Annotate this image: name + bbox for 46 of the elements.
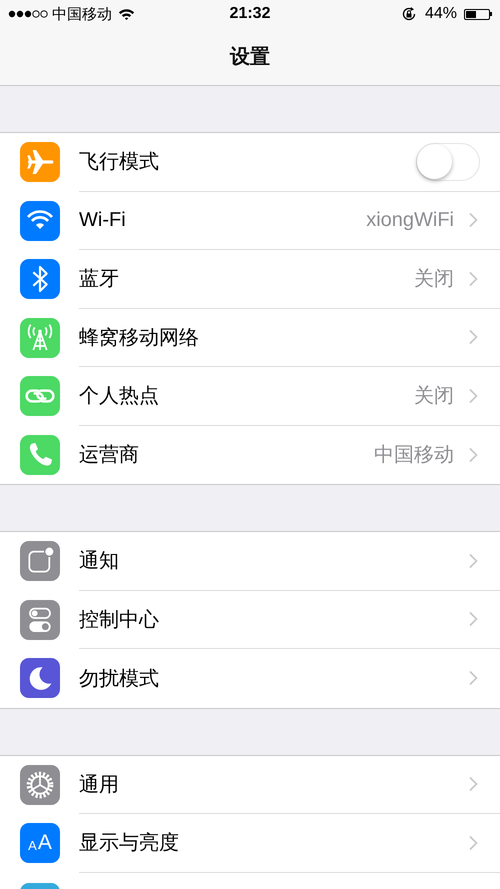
chevron-icon: [468, 834, 478, 851]
settings-row[interactable]: 蓝牙 关闭: [0, 250, 500, 308]
chevron-icon: [468, 329, 478, 346]
row-label: 通知: [79, 549, 119, 574]
row-label: 飞行模式: [79, 150, 159, 176]
row-label: 个人热点: [79, 384, 159, 410]
carrier-name: 中国移动: [52, 4, 112, 24]
status-time: 21:32: [230, 5, 270, 23]
chevron-icon: [468, 446, 478, 463]
row-label: 蓝牙: [79, 267, 119, 292]
settings-row[interactable]: 勿扰模式: [0, 649, 500, 708]
chevron-icon: [468, 552, 478, 569]
settings-row[interactable]: 个人热点 关闭: [0, 367, 500, 426]
chevron-icon: [468, 270, 478, 287]
row-value: xiongWiFi: [366, 208, 454, 232]
row-label: 运营商: [79, 443, 139, 468]
battery-icon: [464, 8, 490, 20]
chevron-icon: [468, 212, 478, 228]
chevron-icon: [468, 776, 478, 792]
page-title: 设置: [230, 45, 270, 70]
settings-row[interactable]: 通知: [0, 532, 500, 590]
wifi-icon: [118, 8, 135, 20]
row-label: 通用: [79, 772, 119, 798]
settings-row[interactable]: 运营商 中国移动: [0, 426, 500, 484]
row-label: 蜂窝移动网络: [79, 326, 199, 351]
signal-icon: [8, 9, 48, 19]
settings-row[interactable]: Wi-Fi xiongWiFi: [0, 192, 500, 250]
chevron-icon: [468, 670, 478, 686]
rotation-lock-icon: [400, 6, 417, 22]
row-value: 中国移动: [374, 443, 454, 468]
row-value: 关闭: [414, 384, 454, 410]
toggle-switch[interactable]: [416, 142, 480, 181]
settings-row[interactable]: AA 显示与亮度: [0, 814, 500, 872]
battery-percent: 44%: [424, 5, 457, 23]
settings-row[interactable]: 通用: [0, 756, 500, 814]
display-icon: AA: [20, 823, 60, 864]
row-label: Wi-Fi: [79, 208, 126, 232]
row-label: 控制中心: [79, 608, 159, 633]
settings-row[interactable]: 控制中心: [0, 590, 500, 649]
row-value: 关闭: [414, 267, 454, 292]
settings-row[interactable]: 蜂窝移动网络: [0, 308, 500, 367]
chevron-icon: [468, 611, 478, 628]
chevron-icon: [468, 388, 478, 404]
row-label: 显示与亮度: [79, 831, 179, 856]
settings-row[interactable]: 飞行模式: [0, 133, 500, 192]
row-label: 勿扰模式: [79, 666, 159, 692]
